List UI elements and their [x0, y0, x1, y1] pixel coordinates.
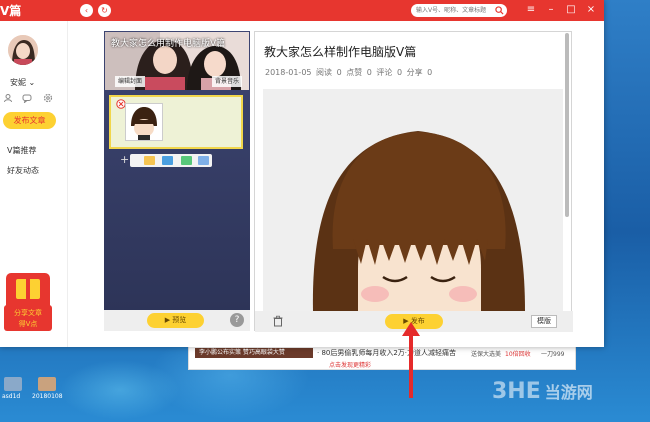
minimize-button[interactable]: –: [544, 3, 558, 17]
desktop-light-streak: [60, 360, 180, 420]
sidebar-item-recommend[interactable]: V篇推荐: [7, 145, 36, 156]
preview-label: 预览: [172, 316, 187, 324]
editor-footer: ▶ 预览 ?: [104, 310, 250, 331]
read-count: 阅读 0: [316, 68, 342, 77]
background-music-button[interactable]: 背景音乐: [212, 76, 243, 87]
share-count: 分享 0: [406, 68, 433, 77]
desktop-file-icon[interactable]: [38, 377, 56, 391]
help-icon[interactable]: ?: [230, 313, 244, 327]
editor-panel: 教大家怎么用制作电脑版V篇 编辑封面 背景音乐 + ▶ 预览 ?: [104, 31, 250, 331]
desktop-icon-label: asd1d: [2, 393, 21, 400]
back-arrow-icon: ‹: [84, 6, 89, 15]
ad-link[interactable]: 10倍回收: [505, 349, 531, 358]
block-thumbnail[interactable]: [125, 103, 163, 141]
insert-link-icon[interactable]: [198, 156, 209, 165]
insert-image-icon[interactable]: [162, 156, 173, 165]
annotation-arrow: [409, 328, 413, 398]
watermark-text: 当游网: [544, 383, 593, 402]
avatar-photo: [8, 35, 38, 65]
comment-count: 评论 0: [376, 68, 403, 77]
sidebar: 安妮 ⌄ 发布文章 V篇推荐 好友动态 分享文章 得V点: [0, 21, 68, 347]
back-button[interactable]: ‹: [80, 4, 93, 17]
message-icon[interactable]: [22, 93, 32, 103]
search-input[interactable]: [416, 4, 494, 17]
ad-subtext[interactable]: 点击发现更精彩: [329, 360, 371, 369]
watermark-mark: 3HE: [492, 378, 541, 404]
cover-image[interactable]: 教大家怎么用制作电脑版V篇 编辑封面 背景音乐: [105, 32, 249, 90]
maximize-button[interactable]: □: [564, 3, 578, 17]
ad-banner[interactable]: 李小鹏公布实策 赞巧高眼袋大赞 · 80后男偷乳师每月收入2万·力道人减轻痛苦 …: [188, 343, 576, 370]
share-promo-badge[interactable]: 分享文章 得V点: [2, 269, 54, 333]
template-button[interactable]: 模版: [531, 315, 557, 328]
article-date: 2018-01-05: [265, 68, 312, 77]
article-image: [263, 89, 563, 311]
close-button[interactable]: ×: [584, 3, 598, 17]
title-bar: V篇 ‹ ↻ ≡ – □ ×: [0, 0, 604, 21]
article-meta: 2018-01-05 阅读 0 点赞 0 评论 0 分享 0: [265, 67, 432, 78]
search-icon[interactable]: [495, 6, 504, 15]
edit-cover-button[interactable]: 编辑封面: [115, 76, 146, 87]
username-text: 安妮: [10, 78, 26, 87]
ad-left-text[interactable]: 李小鹏公布实策 赞巧高眼袋大赞: [195, 348, 313, 358]
gear-icon[interactable]: [43, 93, 53, 103]
insert-video-icon[interactable]: [181, 156, 192, 165]
refresh-icon: ↻: [101, 6, 108, 15]
desktop-icon-label: 20180108: [32, 393, 63, 400]
app-logo: V篇: [0, 4, 22, 18]
article-title: 教大家怎么样制作电脑版V篇: [264, 45, 417, 59]
cover-title: 教大家怎么用制作电脑版V篇: [111, 39, 226, 49]
search-box: [411, 4, 507, 17]
insert-text-icon[interactable]: [144, 156, 155, 165]
promo-line-2: 得V点: [18, 320, 38, 328]
ad-headline[interactable]: · 80后男偷乳师每月收入2万·力道人减轻痛苦: [317, 348, 456, 358]
avatar[interactable]: [8, 35, 38, 65]
cartoon-thumbnail: [126, 104, 162, 140]
ad-link[interactable]: 送保大选美: [471, 349, 501, 358]
menu-button[interactable]: ≡: [524, 3, 538, 17]
content-block[interactable]: [109, 95, 243, 149]
desktop-file-icon[interactable]: [4, 377, 22, 391]
chevron-down-icon: ⌄: [28, 78, 36, 87]
promo-line-1: 分享文章: [14, 309, 42, 317]
sidebar-item-friends[interactable]: 好友动态: [7, 165, 39, 176]
like-count: 点赞 0: [346, 68, 372, 77]
preview-button[interactable]: ▶ 预览: [147, 313, 204, 328]
username-label[interactable]: 安妮 ⌄: [10, 77, 35, 88]
app-window: V篇 ‹ ↻ ≡ – □ × 安妮 ⌄ 发布文章 V篇推荐 好友动态: [0, 0, 604, 347]
trash-icon[interactable]: [272, 315, 284, 327]
refresh-button[interactable]: ↻: [98, 4, 111, 17]
publish-article-button[interactable]: 发布文章: [3, 112, 56, 129]
article-preview: 教大家怎么样制作电脑版V篇 2018-01-05 阅读 0 点赞 0 评论 0 …: [254, 31, 573, 332]
cartoon-girl-illustration: [263, 89, 563, 311]
annotation-arrow-head: [402, 322, 420, 336]
ad-link[interactable]: 一刀999: [541, 349, 564, 358]
watermark-logo: 3HE 当游网: [492, 376, 642, 406]
preview-scrollbar[interactable]: [565, 33, 569, 217]
user-icon[interactable]: [3, 93, 13, 103]
insert-toolbar: [130, 154, 212, 167]
add-icon[interactable]: +: [120, 154, 129, 165]
